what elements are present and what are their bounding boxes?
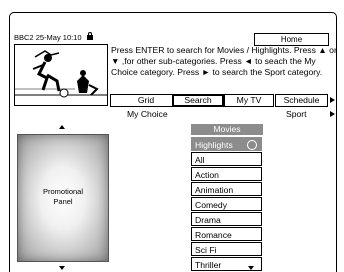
tab-schedule[interactable]: Schedule — [275, 94, 328, 107]
list-item-label: Highlights — [195, 140, 233, 150]
promo-line-1: Promotional — [42, 187, 84, 196]
subcategory-my-choice[interactable]: My Choice — [127, 109, 168, 119]
right-arrow-icon[interactable] — [330, 111, 335, 117]
promotional-panel[interactable]: Promotional Panel — [17, 134, 109, 262]
list-item[interactable]: Animation — [191, 182, 262, 196]
right-arrow-icon[interactable] — [330, 97, 335, 103]
circle-icon — [247, 140, 257, 150]
promo-line-2: Panel — [53, 197, 73, 206]
soccer-player-icon — [15, 45, 107, 105]
scroll-down-icon[interactable] — [59, 266, 65, 270]
channel-info: BBC2 25-May 10:10 — [14, 32, 93, 42]
list-item[interactable]: Drama — [191, 212, 262, 226]
date-time: 25-May 10:10 — [35, 33, 82, 42]
list-item[interactable]: All — [191, 152, 262, 166]
lock-icon — [86, 32, 93, 40]
scroll-down-icon[interactable] — [248, 266, 254, 270]
subcategory-sport[interactable]: Sport — [286, 109, 307, 119]
tab-my-tv[interactable]: My TV — [224, 94, 274, 107]
instruction-text: Press ENTER to search for Movies / Highl… — [111, 45, 337, 77]
list-item-highlights[interactable]: Highlights — [191, 137, 262, 151]
channel-name: BBC2 — [14, 33, 34, 42]
list-item[interactable]: Action — [191, 167, 262, 181]
list-item[interactable]: Comedy — [191, 197, 262, 211]
video-thumbnail — [14, 44, 108, 106]
list-item[interactable]: Romance — [191, 227, 262, 241]
category-list-header: Movies — [191, 124, 263, 135]
tab-search[interactable]: Search — [172, 94, 224, 107]
scroll-up-icon[interactable] — [59, 125, 65, 129]
list-item[interactable]: Sci Fi — [191, 242, 262, 256]
